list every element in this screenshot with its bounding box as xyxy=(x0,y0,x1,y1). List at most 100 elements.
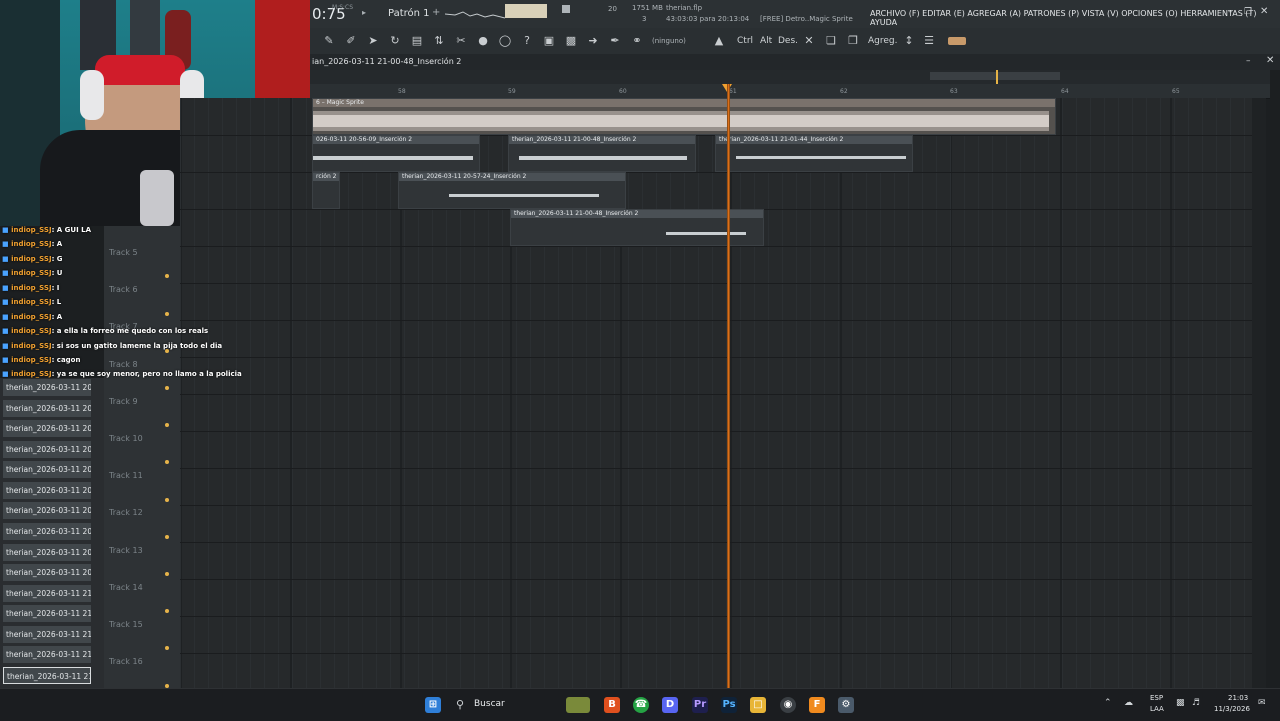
track-mute-dot[interactable] xyxy=(165,498,169,502)
browser-item[interactable]: therian_2026-03-11 20- xyxy=(3,564,91,581)
track-mute-dot[interactable] xyxy=(165,535,169,539)
browser-item[interactable]: therian_2026-03-11 20- xyxy=(3,523,91,540)
playhead[interactable] xyxy=(727,84,730,688)
network-icon[interactable]: ▩ xyxy=(1176,698,1185,708)
audio-clip[interactable]: therian_2026-03-11 21-00-48_Inserción 2 xyxy=(508,135,696,172)
audio-clip[interactable]: 6 – Magic Sprite xyxy=(312,98,1056,135)
snap-mode-select[interactable]: (ninguno) xyxy=(652,37,686,45)
clock-time[interactable]: 21:03 xyxy=(1228,694,1248,702)
playlist-close-icon[interactable]: ✕ xyxy=(1266,55,1274,66)
volume-icon[interactable]: ♬ xyxy=(1192,698,1200,708)
pen-icon[interactable]: ✒ xyxy=(608,34,622,48)
alt-button[interactable]: Alt xyxy=(760,36,772,46)
track-mute-dot[interactable] xyxy=(165,572,169,576)
language-layout[interactable]: LAA xyxy=(1150,705,1164,713)
track-label[interactable]: Track 9 xyxy=(109,397,138,406)
track-label[interactable]: Track 16 xyxy=(109,657,143,666)
close-icon[interactable]: ✕ xyxy=(1260,6,1268,17)
browser-item[interactable]: therian_2026-03-11 21- xyxy=(3,626,91,643)
browser-item[interactable]: therian_2026-03-11 21- xyxy=(3,585,91,602)
track-mute-dot[interactable] xyxy=(165,460,169,464)
drag-handle-icon[interactable]: ↕ xyxy=(902,34,916,48)
vertical-scrollbar[interactable] xyxy=(1252,98,1266,688)
help-icon[interactable]: ? xyxy=(520,34,534,48)
brave-icon[interactable]: B xyxy=(604,697,620,713)
track-mute-dot[interactable] xyxy=(165,646,169,650)
color-swatch[interactable] xyxy=(948,37,966,45)
obs-icon[interactable]: ◉ xyxy=(780,697,796,713)
timeline-ruler[interactable]: 58 59 60 61 62 63 64 65 xyxy=(310,84,1270,99)
browser-item[interactable]: therian_2026-03-11 20- xyxy=(3,379,91,396)
ctrl-button[interactable]: Ctrl xyxy=(737,36,753,46)
play-icon[interactable]: ▸ xyxy=(362,8,366,17)
loop-icon[interactable]: ↻ xyxy=(388,34,402,48)
piano-icon[interactable]: ▩ xyxy=(564,34,578,48)
audio-clip[interactable]: 026-03-11 20-56-09_Inserción 2 xyxy=(312,135,480,172)
settings-icon[interactable]: ⚙ xyxy=(838,697,854,713)
track-label[interactable]: Track 12 xyxy=(109,508,143,517)
overview-strip[interactable] xyxy=(310,70,1270,84)
language-indicator[interactable]: ESP xyxy=(1150,694,1163,702)
track-label[interactable]: Track 14 xyxy=(109,583,143,592)
windows-start-icon[interactable]: ⊞ xyxy=(425,697,441,713)
photoshop-icon[interactable]: Ps xyxy=(721,697,737,713)
arrow-right-icon[interactable]: ➜ xyxy=(586,34,600,48)
close-tool-icon[interactable]: ✕ xyxy=(802,34,816,48)
add-button[interactable]: Agreg. xyxy=(868,36,897,46)
browser-item[interactable]: therian_2026-03-11 21- xyxy=(3,646,91,663)
undo-button[interactable]: Des. xyxy=(778,36,798,46)
record-icon[interactable] xyxy=(562,5,570,13)
add-pattern-button[interactable]: + xyxy=(432,7,440,18)
slip-icon[interactable]: ⇅ xyxy=(432,34,446,48)
chat-icon[interactable]: ◯ xyxy=(498,34,512,48)
paste-icon[interactable]: ❐ xyxy=(846,34,860,48)
browser-item[interactable]: therian_2026-03-11 20- xyxy=(3,482,91,499)
track-mute-dot[interactable] xyxy=(165,609,169,613)
track-mute-dot[interactable] xyxy=(165,423,169,427)
track-label[interactable]: Track 11 xyxy=(109,471,143,480)
browser-item-selected[interactable]: therian_2026-03-11 21- xyxy=(3,667,91,684)
fl-studio-icon[interactable]: F xyxy=(809,697,825,713)
playlist-minimize-icon[interactable]: – xyxy=(1246,56,1251,66)
delete-tool-icon[interactable]: ➤ xyxy=(366,34,380,48)
audio-clip[interactable]: therian_2026-03-11 20-57-24_Inserción 2 xyxy=(398,172,626,209)
clock-date[interactable]: 11/3/2026 xyxy=(1214,705,1250,713)
audio-clip[interactable]: rción 2 xyxy=(312,172,340,209)
link-icon[interactable]: ⚭ xyxy=(630,34,644,48)
track-label[interactable]: Track 10 xyxy=(109,434,143,443)
track-label[interactable]: Track 13 xyxy=(109,546,143,555)
browser-item[interactable]: therian_2026-03-11 20- xyxy=(3,502,91,519)
browser-item[interactable]: therian_2026-03-11 20- xyxy=(3,420,91,437)
save-icon[interactable]: ▤ xyxy=(410,34,424,48)
search-icon[interactable]: ⚲ xyxy=(456,698,464,711)
taskbar-search[interactable]: Buscar xyxy=(474,699,505,709)
brush-icon[interactable]: ✐ xyxy=(344,34,358,48)
cloud-icon[interactable]: ☁ xyxy=(1124,698,1133,708)
browser-item[interactable]: therian_2026-03-11 20- xyxy=(3,400,91,417)
track-label[interactable]: Track 15 xyxy=(109,620,143,629)
copy-icon[interactable]: ❏ xyxy=(824,34,838,48)
premiere-icon[interactable]: Pr xyxy=(692,697,708,713)
mic-icon[interactable]: ● xyxy=(476,34,490,48)
snap-icon[interactable]: ▣ xyxy=(542,34,556,48)
audio-clip[interactable]: therian_2026-03-11 21-00-48_Inserción 2 xyxy=(510,209,764,246)
pencil-icon[interactable]: ✎ xyxy=(322,34,336,48)
pattern-selector[interactable]: Patrón 1 xyxy=(388,8,430,19)
folder-icon[interactable]: □ xyxy=(750,697,766,713)
list-icon[interactable]: ☰ xyxy=(922,34,936,48)
widget-icon[interactable] xyxy=(566,697,590,713)
cut-icon[interactable]: ✂ xyxy=(454,34,468,48)
discord-icon[interactable]: D xyxy=(662,697,678,713)
stamp-icon[interactable]: ▲ xyxy=(712,34,726,48)
whatsapp-icon[interactable]: ☎ xyxy=(633,697,649,713)
main-menu[interactable]: ARCHIVO (F) EDITAR (E) AGREGAR (A) PATRO… xyxy=(870,9,1280,27)
notification-icon[interactable]: ✉ xyxy=(1258,698,1266,708)
playlist-grid[interactable] xyxy=(180,98,1266,688)
restore-icon[interactable]: ❐ xyxy=(1244,7,1252,17)
audio-clip[interactable]: therian_2026-03-11 21-01-44_Inserción 2 xyxy=(715,135,913,172)
track-mute-dot[interactable] xyxy=(165,386,169,390)
browser-item[interactable]: therian_2026-03-11 20- xyxy=(3,461,91,478)
browser-item[interactable]: therian_2026-03-11 20- xyxy=(3,441,91,458)
tray-chevron-icon[interactable]: ⌃ xyxy=(1104,698,1112,708)
browser-item[interactable]: therian_2026-03-11 21- xyxy=(3,605,91,622)
